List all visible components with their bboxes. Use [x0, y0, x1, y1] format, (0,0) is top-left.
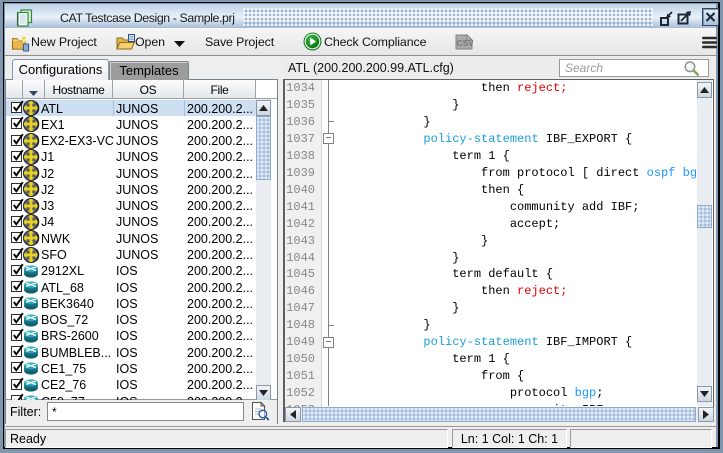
svg-text:CSV: CSV: [457, 38, 474, 48]
